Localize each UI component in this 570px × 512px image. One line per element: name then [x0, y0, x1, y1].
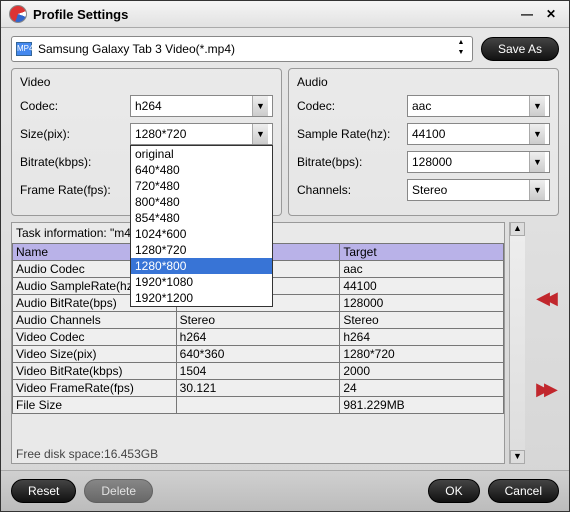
- size-option[interactable]: 854*480: [131, 210, 272, 226]
- audio-channels-label: Channels:: [297, 183, 407, 197]
- scrollbar[interactable]: ▲ ▼: [509, 222, 525, 464]
- video-codec-select[interactable]: h264 ▼: [130, 95, 273, 117]
- size-option[interactable]: original: [131, 146, 272, 162]
- audio-heading: Audio: [297, 75, 550, 89]
- free-disk-label: Free disk space:16.453GB: [12, 445, 504, 463]
- next-track-button[interactable]: ▶▶: [536, 382, 552, 396]
- size-option[interactable]: 1280*720: [131, 242, 272, 258]
- video-size-select[interactable]: 1280*720 ▼ original640*480720*480800*480…: [130, 123, 273, 145]
- titlebar: Profile Settings — ✕: [1, 1, 569, 28]
- video-framerate-label: Frame Rate(fps):: [20, 183, 130, 197]
- audio-samplerate-select[interactable]: 44100 ▼: [407, 123, 550, 145]
- profile-row: MP4 Samsung Galaxy Tab 3 Video(*.mp4) ▲▼…: [11, 36, 559, 62]
- nav-arrows: ◀◀ ▶▶: [529, 222, 559, 464]
- chevron-down-icon[interactable]: ▼: [252, 96, 268, 116]
- scroll-up-icon[interactable]: ▲: [510, 222, 525, 236]
- video-size-label: Size(pix):: [20, 127, 130, 141]
- audio-codec-label: Codec:: [297, 99, 407, 113]
- grid-header: Target: [340, 244, 504, 261]
- table-row: Video Codech264h264: [13, 329, 504, 346]
- mp4-icon: MP4: [16, 42, 32, 56]
- audio-bitrate-select[interactable]: 128000 ▼: [407, 151, 550, 173]
- audio-panel: Audio Codec: aac ▼ Sample Rate(hz): 4410…: [288, 68, 559, 216]
- size-option[interactable]: 1920*1080: [131, 274, 272, 290]
- table-row: File Size981.229MB: [13, 397, 504, 414]
- delete-button[interactable]: Delete: [84, 479, 153, 503]
- table-row: Audio ChannelsStereoStereo: [13, 312, 504, 329]
- audio-samplerate-label: Sample Rate(hz):: [297, 127, 407, 141]
- audio-codec-select[interactable]: aac ▼: [407, 95, 550, 117]
- window-body: MP4 Samsung Galaxy Tab 3 Video(*.mp4) ▲▼…: [1, 28, 569, 470]
- size-option[interactable]: 1024*600: [131, 226, 272, 242]
- cancel-button[interactable]: Cancel: [488, 479, 559, 503]
- size-option[interactable]: 1920*1200: [131, 290, 272, 306]
- window-title: Profile Settings: [33, 7, 513, 22]
- scroll-track[interactable]: [510, 236, 525, 450]
- profile-spinner[interactable]: ▲▼: [454, 39, 468, 59]
- profile-select[interactable]: MP4 Samsung Galaxy Tab 3 Video(*.mp4) ▲▼: [11, 36, 473, 62]
- size-option[interactable]: 720*480: [131, 178, 272, 194]
- reset-button[interactable]: Reset: [11, 479, 76, 503]
- scroll-down-icon[interactable]: ▼: [510, 450, 525, 464]
- chevron-down-icon[interactable]: ▼: [252, 124, 268, 144]
- profile-name: Samsung Galaxy Tab 3 Video(*.mp4): [38, 42, 454, 56]
- chevron-down-icon[interactable]: ▼: [529, 124, 545, 144]
- size-option[interactable]: 640*480: [131, 162, 272, 178]
- chevron-down-icon[interactable]: ▼: [529, 152, 545, 172]
- app-icon: [9, 5, 27, 23]
- close-button[interactable]: ✕: [541, 5, 561, 23]
- table-row: Video Size(pix)640*3601280*720: [13, 346, 504, 363]
- audio-channels-select[interactable]: Stereo ▼: [407, 179, 550, 201]
- video-heading: Video: [20, 75, 273, 89]
- ok-button[interactable]: OK: [428, 479, 479, 503]
- save-as-button[interactable]: Save As: [481, 37, 559, 61]
- minimize-button[interactable]: —: [517, 5, 537, 23]
- prev-track-button[interactable]: ◀◀: [536, 291, 552, 305]
- chevron-down-icon[interactable]: ▼: [529, 180, 545, 200]
- video-bitrate-label: Bitrate(kbps):: [20, 155, 130, 169]
- table-row: Video FrameRate(fps)30.12124: [13, 380, 504, 397]
- table-row: Video BitRate(kbps)15042000: [13, 363, 504, 380]
- video-codec-label: Codec:: [20, 99, 130, 113]
- audio-bitrate-label: Bitrate(bps):: [297, 155, 407, 169]
- task-area: Task information: "m4hidden-by-dropdown.…: [11, 222, 559, 464]
- size-option[interactable]: 1280*800: [131, 258, 272, 274]
- profile-settings-window: Profile Settings — ✕ MP4 Samsung Galaxy …: [0, 0, 570, 512]
- chevron-down-icon[interactable]: ▼: [529, 96, 545, 116]
- video-size-dropdown[interactable]: original640*480720*480800*480854*4801024…: [130, 145, 273, 307]
- size-option[interactable]: 800*480: [131, 194, 272, 210]
- footer: Reset Delete OK Cancel: [1, 470, 569, 511]
- av-panels: Video Codec: h264 ▼ Size(pix): 1280*720 …: [11, 68, 559, 216]
- video-panel: Video Codec: h264 ▼ Size(pix): 1280*720 …: [11, 68, 282, 216]
